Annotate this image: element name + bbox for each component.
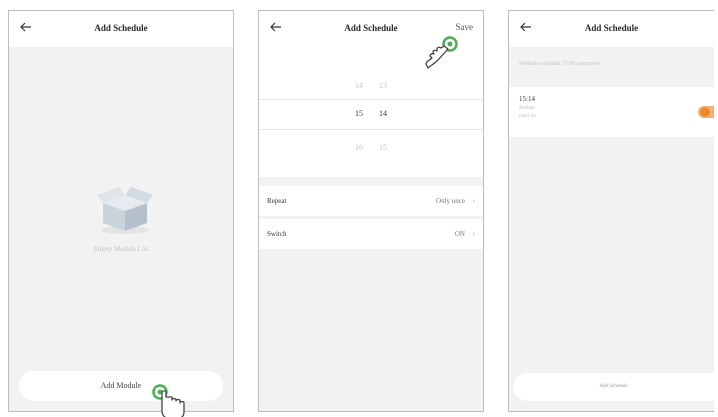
chevron-right-icon: ›: [472, 229, 475, 238]
schedule-toggle[interactable]: [698, 106, 714, 118]
minute-value: 14: [379, 109, 387, 118]
schedule-repeat: Once on: [519, 114, 536, 119]
page-title: Add Schedule: [344, 23, 398, 33]
header: Add Schedule: [509, 11, 714, 47]
save-button[interactable]: Save: [456, 22, 474, 32]
setting-value: Only once: [436, 197, 465, 205]
setting-label: Repeat: [267, 197, 287, 205]
hour-value: 15: [355, 109, 363, 118]
hand-tap-icon: [152, 383, 186, 417]
switch-setting[interactable]: Switch ON ›: [259, 219, 483, 249]
picker-row-selected[interactable]: 15 14: [259, 109, 483, 118]
picker-row-above[interactable]: 14 13: [259, 81, 483, 90]
header: Add Schedule: [9, 11, 233, 47]
setting-value: ON: [454, 230, 465, 238]
picker-divider: [259, 99, 483, 100]
hour-value: 16: [355, 143, 363, 152]
schedule-module: Module: [519, 106, 535, 111]
repeat-setting[interactable]: Repeat Only once ›: [259, 186, 483, 216]
setting-label: Switch: [267, 230, 287, 238]
picker-divider: [259, 129, 483, 130]
minute-value: 13: [379, 81, 387, 90]
screen-schedule-list: Add Schedule Module schedule 15:00 tomor…: [508, 10, 714, 412]
schedule-time: 15:14: [519, 95, 535, 103]
toggle-knob: [700, 107, 710, 117]
hour-value: 14: [355, 81, 363, 90]
empty-box-icon: [91, 183, 155, 235]
empty-list-text: Empty Module List: [93, 245, 149, 253]
picker-row-below[interactable]: 16 15: [259, 143, 483, 152]
add-module-button[interactable]: Add Module: [19, 371, 223, 401]
chevron-right-icon: ›: [472, 196, 475, 205]
page-title: Add Schedule: [94, 23, 148, 33]
minute-value: 15: [379, 143, 387, 152]
page-title: Add Schedule: [584, 23, 639, 33]
add-schedule-button[interactable]: Add Schedule: [513, 373, 714, 401]
schedule-item[interactable]: 15:14 Module Once on: [509, 87, 714, 137]
hand-tap-icon: [424, 36, 458, 74]
screen-empty-schedule: Add Schedule Empty Module List Add Modul…: [8, 10, 234, 412]
schedule-notice: Module schedule 15:00 tomorrow: [519, 61, 601, 67]
